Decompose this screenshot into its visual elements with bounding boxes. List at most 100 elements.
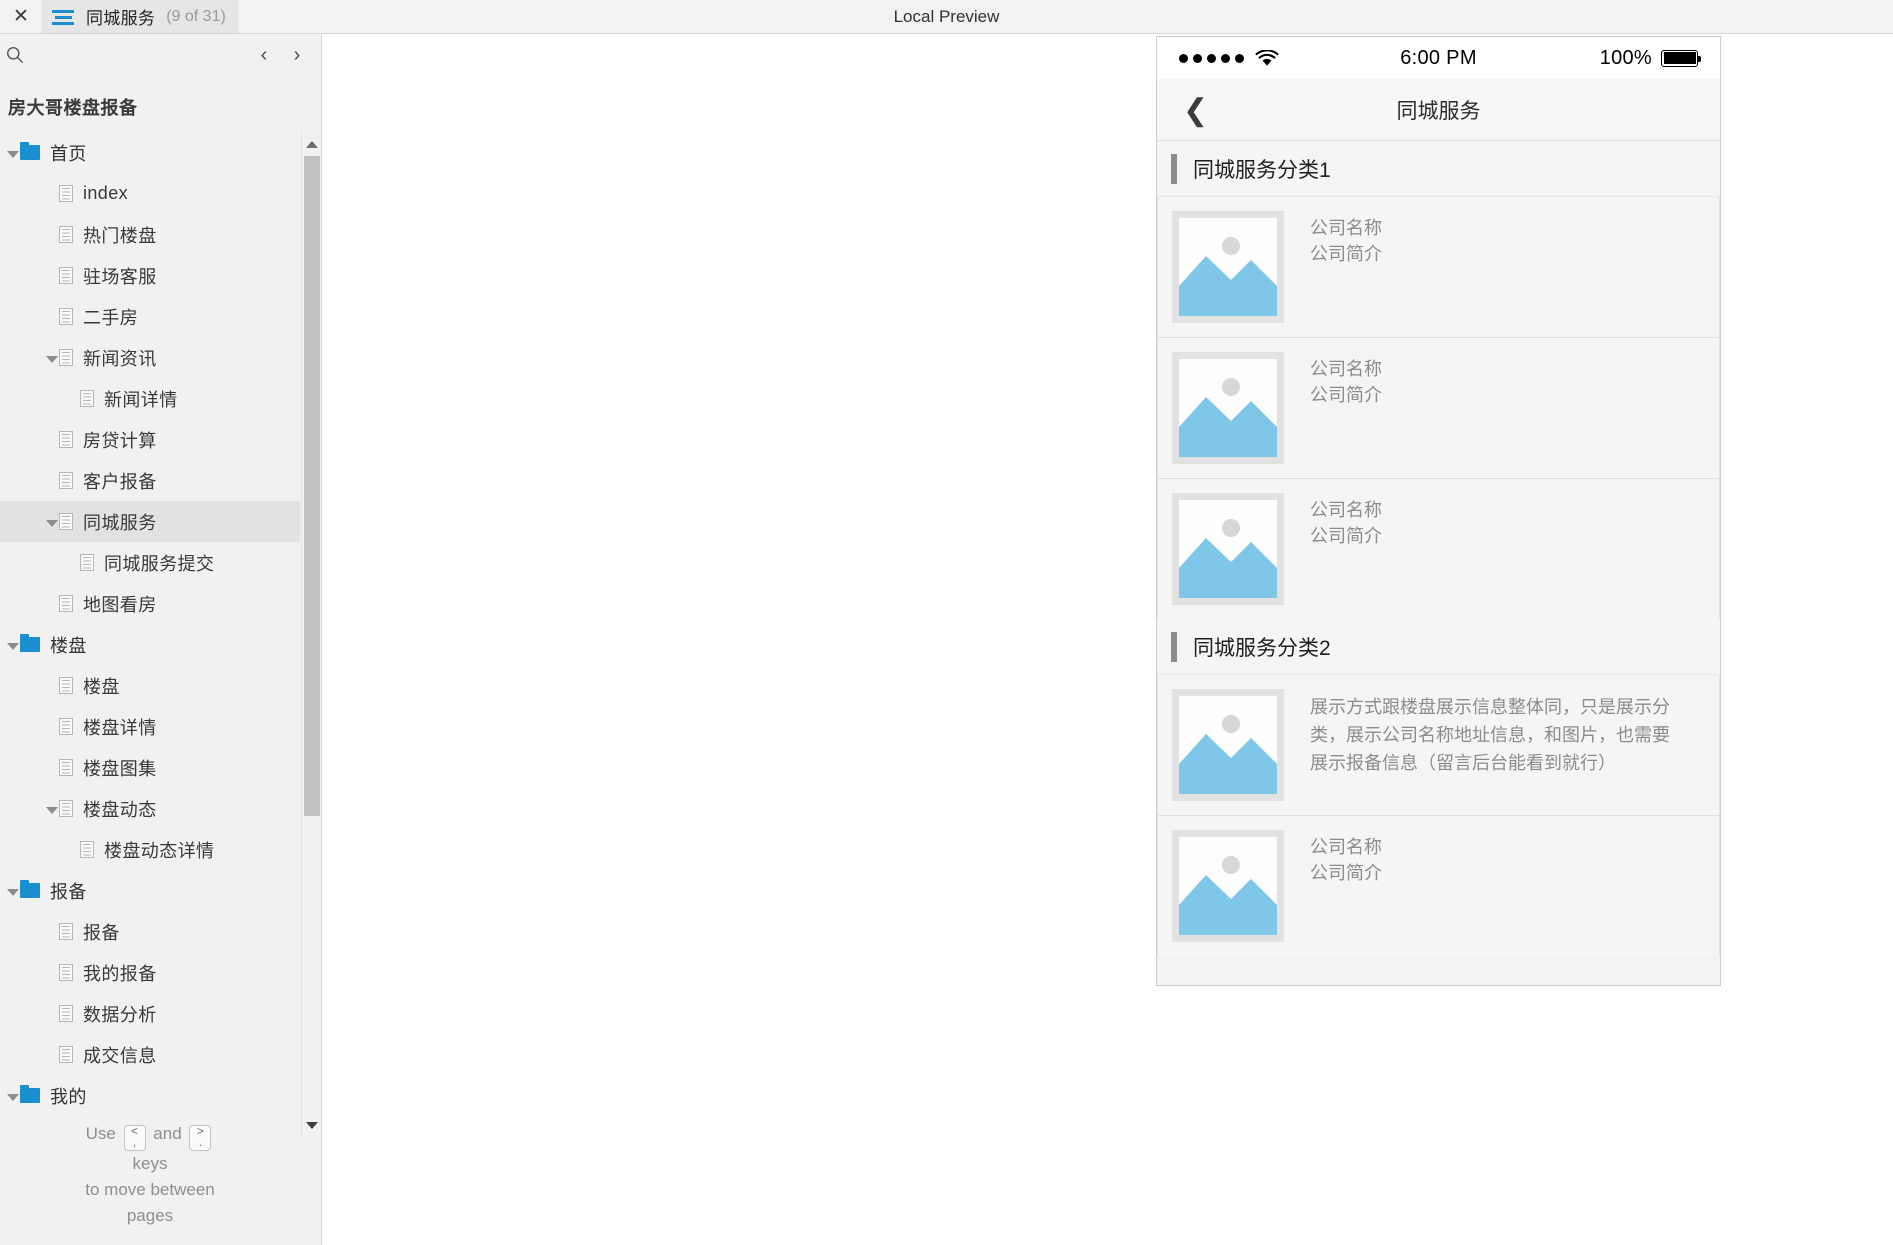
tree-item[interactable]: 地图看房: [0, 583, 300, 624]
sidebar-scrollbar[interactable]: [301, 132, 321, 1137]
tree-item[interactable]: 楼盘图集: [0, 747, 300, 788]
list-item[interactable]: 公司名称 公司简介: [1158, 197, 1719, 338]
tree-item[interactable]: 新闻详情: [0, 378, 300, 419]
scroll-down-arrow[interactable]: [302, 1115, 321, 1135]
list-item-text: 展示方式跟楼盘展示信息整体同，只是展示分类，展示公司名称地址信息，和图片，也需要…: [1310, 689, 1670, 801]
tree-item[interactable]: 客户报备: [0, 460, 300, 501]
tree-item-label: 同城服务提交: [104, 553, 215, 574]
tree-item[interactable]: 热门楼盘: [0, 214, 300, 255]
tree-item-label: 报备: [50, 881, 87, 902]
section-header: 同城服务分类2: [1157, 619, 1720, 675]
tree-item[interactable]: index: [0, 173, 300, 214]
tree-item[interactable]: 楼盘: [0, 624, 300, 665]
tree-item-label: 楼盘详情: [83, 717, 157, 738]
page-icon: [80, 554, 94, 571]
tree-item[interactable]: 首页: [0, 132, 300, 173]
hint-line2: to move between: [85, 1180, 215, 1199]
tree-item[interactable]: 房贷计算: [0, 419, 300, 460]
tree-item-label: 成交信息: [83, 1045, 157, 1066]
tree-item-label: 楼盘: [83, 676, 120, 697]
page-icon: [59, 308, 73, 325]
project-title: 房大哥楼盘报备: [8, 98, 138, 118]
chevron-down-icon[interactable]: [6, 1089, 20, 1103]
section-title: 同城服务分类1: [1193, 158, 1331, 182]
image-placeholder-icon: [1172, 493, 1284, 605]
tree-item-label: 地图看房: [83, 594, 157, 615]
list-item[interactable]: 公司名称 公司简介: [1158, 479, 1719, 619]
next-page-button[interactable]: ›: [282, 40, 312, 70]
list-item-text: 公司名称 公司简介: [1310, 352, 1382, 464]
tree-item-label: 首页: [50, 143, 87, 164]
search-icon[interactable]: [6, 46, 24, 64]
folder-icon: [20, 1085, 40, 1103]
chevron-down-icon[interactable]: [6, 146, 20, 160]
page-icon: [59, 185, 73, 202]
image-placeholder-icon: [1172, 211, 1284, 323]
chevron-down-icon[interactable]: [45, 515, 59, 529]
list-item[interactable]: 公司名称 公司简介: [1158, 816, 1719, 956]
page-icon: [59, 472, 73, 489]
list-item[interactable]: 展示方式跟楼盘展示信息整体同，只是展示分类，展示公司名称地址信息，和图片，也需要…: [1158, 675, 1719, 816]
list-item-text: 公司名称 公司简介: [1310, 830, 1382, 942]
page-icon: [59, 759, 73, 776]
list-item-line: 公司简介: [1310, 526, 1382, 546]
image-placeholder-icon: [1172, 352, 1284, 464]
tree-item[interactable]: 报备: [0, 870, 300, 911]
tree-item[interactable]: 楼盘详情: [0, 706, 300, 747]
folder-icon: [20, 634, 40, 652]
tree-item[interactable]: 楼盘动态: [0, 788, 300, 829]
key-next: > .: [189, 1125, 212, 1151]
tree-item[interactable]: 同城服务提交: [0, 542, 300, 583]
hint-use: Use: [85, 1124, 116, 1143]
page-icon: [59, 513, 73, 530]
tree-item[interactable]: 新闻资讯: [0, 337, 300, 378]
chevron-down-icon[interactable]: [6, 638, 20, 652]
section-card: 公司名称 公司简介 公司名称 公司简介 公司名称 公司简介: [1157, 197, 1720, 619]
folder-icon: [20, 142, 40, 160]
tree-item[interactable]: 楼盘: [0, 665, 300, 706]
list-item-text: 公司名称 公司简介: [1310, 211, 1382, 323]
tree-item-label: 二手房: [83, 307, 139, 328]
tree-item[interactable]: 报备: [0, 911, 300, 952]
tree-item-label: 我的: [50, 1086, 87, 1107]
chevron-down-icon[interactable]: [6, 884, 20, 898]
tree-item[interactable]: 楼盘动态详情: [0, 829, 300, 870]
tree-item[interactable]: 同城服务: [0, 501, 300, 542]
chevron-down-icon[interactable]: [45, 351, 59, 365]
tree-item-label: 我的报备: [83, 963, 157, 984]
tab-tongcheng-fuwu[interactable]: 同城服务 (9 of 31): [42, 0, 238, 33]
scroll-up-arrow[interactable]: [302, 134, 321, 154]
tree-item-label: 新闻资讯: [83, 348, 157, 369]
tree-item[interactable]: 驻场客服: [0, 255, 300, 296]
tree-item[interactable]: 二手房: [0, 296, 300, 337]
tree-item-label: 客户报备: [83, 471, 157, 492]
list-item[interactable]: 公司名称 公司简介: [1158, 338, 1719, 479]
tab-page-count: (9 of 31): [166, 7, 226, 25]
key-next-bottom: .: [198, 1135, 203, 1149]
phone-nav-bar: ❮ 同城服务: [1157, 79, 1720, 141]
prev-page-button[interactable]: ‹: [249, 40, 279, 70]
scrollbar-thumb[interactable]: [304, 156, 320, 816]
tree-item[interactable]: 数据分析: [0, 993, 300, 1034]
status-time: 6:00 PM: [1400, 46, 1477, 69]
close-button[interactable]: ✕: [6, 0, 36, 33]
page-icon: [59, 349, 73, 366]
tree-item-label: index: [83, 183, 129, 203]
list-item-line: 公司简介: [1310, 385, 1382, 405]
chevron-down-icon[interactable]: [45, 802, 59, 816]
phone-status-bar: 6:00 PM 100%: [1157, 37, 1720, 79]
tree-item[interactable]: 我的报备: [0, 952, 300, 993]
service-list: 同城服务分类1 公司名称 公司简介 公司名称 公司简介 公司名称 公司简介 同城服务分类2 展示…: [1157, 141, 1720, 958]
tree-item[interactable]: 我的: [0, 1075, 300, 1116]
top-bar: Local Preview ✕ 同城服务 (9 of 31): [0, 0, 1893, 34]
chevron-left-icon[interactable]: ❮: [1183, 79, 1208, 141]
tree-item[interactable]: 成交信息: [0, 1034, 300, 1075]
